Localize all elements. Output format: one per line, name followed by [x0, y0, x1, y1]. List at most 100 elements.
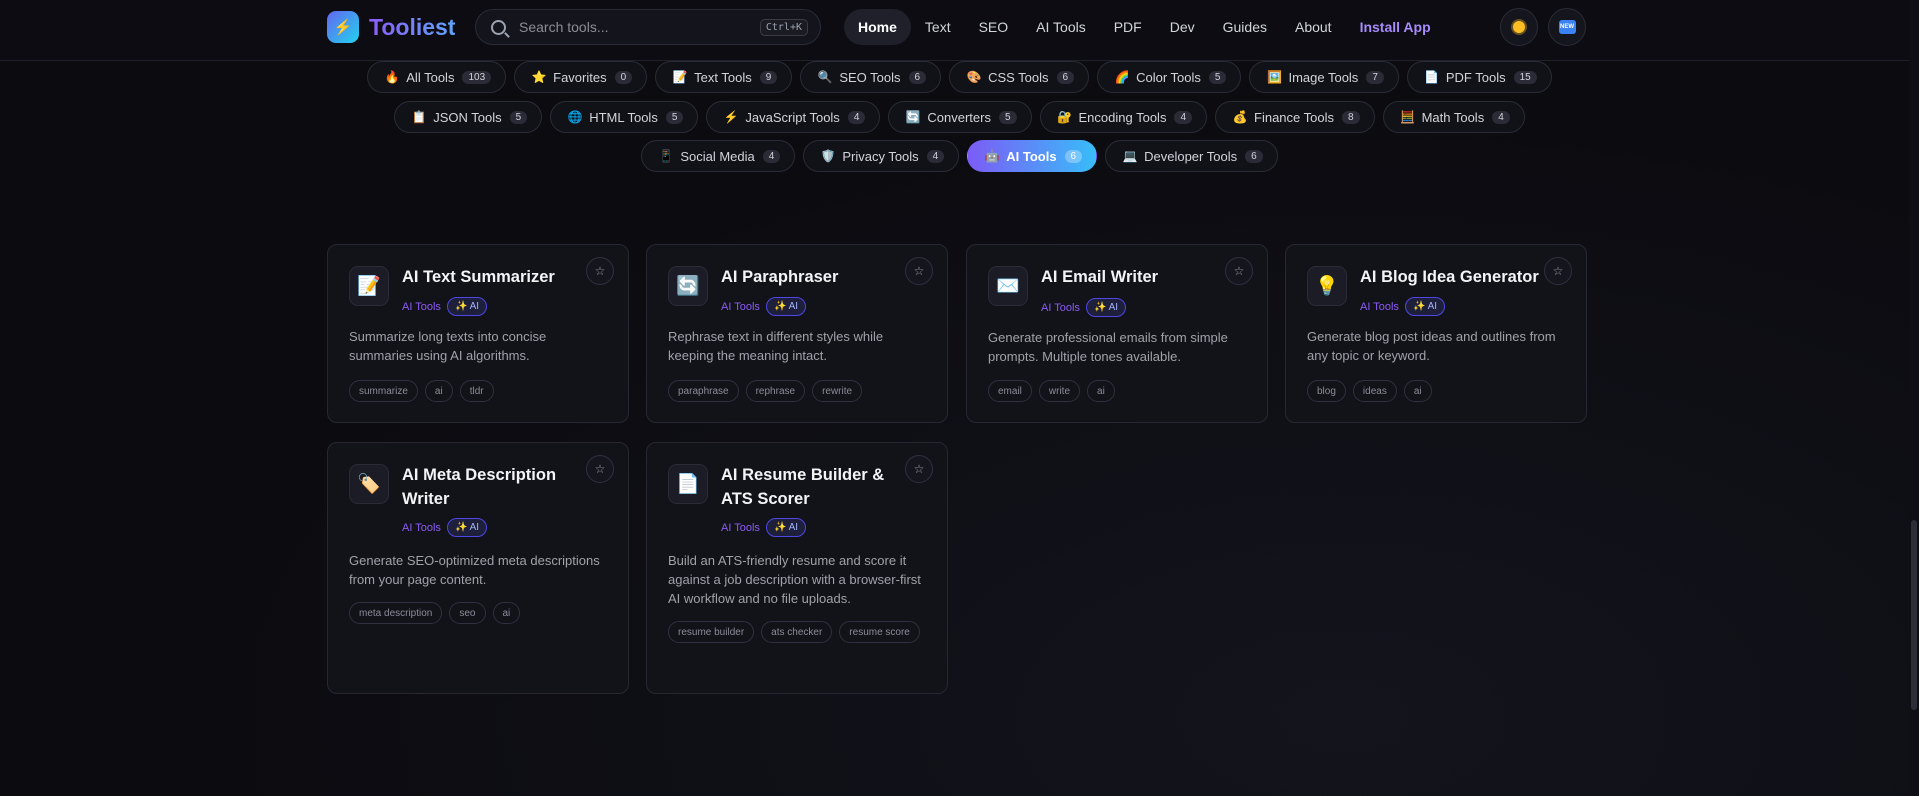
tool-tag[interactable]: rewrite: [812, 380, 863, 402]
install-app-button[interactable]: Install App: [1346, 9, 1445, 45]
category-row: 🔥 All Tools 103 ⭐ Favorites 0 📝 Text Tools 9 🔍 SEO…: [0, 61, 1919, 93]
category-icon: 🔥: [384, 70, 400, 84]
category-count: 4: [1174, 110, 1193, 124]
category-count: 4: [762, 149, 781, 163]
favorite-star-button[interactable]: ☆: [905, 455, 933, 483]
tool-category-link[interactable]: AI Tools: [1360, 301, 1399, 313]
star-icon: ☆: [594, 462, 606, 476]
category-pill[interactable]: 📝 Text Tools 9: [655, 61, 793, 93]
category-icon: 🧮: [1400, 110, 1416, 124]
favorite-star-button[interactable]: ☆: [586, 257, 614, 285]
favorite-star-button[interactable]: ☆: [905, 257, 933, 285]
tool-tag[interactable]: ai: [1403, 380, 1432, 402]
category-label: Favorites: [553, 69, 607, 85]
tool-card[interactable]: 🏷️ ☆ AI Meta Description Writer AI Tools ✨ A…: [327, 442, 629, 694]
tool-tags: summarize ai tldr: [349, 380, 611, 402]
logo[interactable]: ⚡ Tooliest: [327, 11, 455, 43]
whats-new-button[interactable]: NEW: [1548, 8, 1586, 46]
tool-tag[interactable]: blog: [1307, 380, 1346, 402]
nav-home[interactable]: Home: [844, 9, 911, 45]
tool-card[interactable]: 📄 ☆ AI Resume Builder & ATS Scorer AI Tools…: [646, 442, 948, 694]
favorite-star-button[interactable]: ☆: [1544, 257, 1572, 285]
category-pill[interactable]: 🎨 CSS Tools 6: [949, 61, 1090, 93]
favorite-star-button[interactable]: ☆: [1225, 257, 1253, 285]
tool-category-link[interactable]: AI Tools: [721, 301, 760, 313]
tool-category-link[interactable]: AI Tools: [1041, 302, 1080, 314]
tool-tag[interactable]: summarize: [349, 380, 418, 402]
category-pill[interactable]: 💻 Developer Tools 6: [1105, 140, 1278, 172]
favorite-star-button[interactable]: ☆: [586, 455, 614, 483]
theme-toggle-button[interactable]: [1500, 8, 1538, 46]
category-label: CSS Tools: [988, 69, 1049, 85]
category-pill[interactable]: 🔍 SEO Tools 6: [800, 61, 942, 93]
tool-card[interactable]: 🔄 ☆ AI Paraphraser AI Tools ✨ AI Rephrase tex…: [646, 244, 948, 423]
category-pill[interactable]: ⚡ JavaScript Tools 4: [706, 101, 881, 133]
category-label: JSON Tools: [433, 109, 502, 125]
tool-tag[interactable]: resume builder: [668, 621, 755, 643]
tool-tag[interactable]: resume score: [839, 621, 920, 643]
search-box[interactable]: Ctrl+K: [475, 9, 821, 45]
tool-meta: AI Tools ✨ AI: [1360, 297, 1446, 316]
search-icon: [491, 19, 506, 35]
nav-text[interactable]: Text: [911, 9, 965, 45]
category-count: 4: [926, 149, 945, 163]
tool-tag[interactable]: tldr: [459, 380, 494, 402]
category-pill[interactable]: 📱 Social Media 4: [641, 140, 796, 172]
category-pill[interactable]: ⭐ Favorites 0: [514, 61, 648, 93]
category-pill[interactable]: 🔐 Encoding Tools 4: [1039, 101, 1208, 133]
nav-ai-tools[interactable]: AI Tools: [1022, 9, 1100, 45]
category-pill[interactable]: 💰 Finance Tools 8: [1215, 101, 1375, 133]
category-icon: 🛡️: [820, 149, 836, 163]
category-pill[interactable]: 🌈 Color Tools 5: [1097, 61, 1242, 93]
nav-seo[interactable]: SEO: [965, 9, 1023, 45]
nav-about[interactable]: About: [1281, 9, 1346, 45]
tool-category-link[interactable]: AI Tools: [402, 301, 441, 313]
category-pill[interactable]: 🌐 HTML Tools 5: [550, 101, 699, 133]
category-pill[interactable]: 📄 PDF Tools 15: [1406, 61, 1552, 93]
nav-guides[interactable]: Guides: [1209, 9, 1281, 45]
tool-tag[interactable]: write: [1038, 380, 1081, 402]
tool-title[interactable]: AI Paraphraser: [721, 265, 907, 289]
category-label: Encoding Tools: [1078, 109, 1167, 125]
category-count: 15: [1513, 70, 1537, 84]
search-input[interactable]: [517, 18, 760, 36]
nav-dev[interactable]: Dev: [1156, 9, 1209, 45]
tool-title[interactable]: AI Blog Idea Generator: [1360, 265, 1546, 289]
tool-title[interactable]: AI Resume Builder & ATS Scorer: [721, 463, 907, 511]
tool-card[interactable]: ✉️ ☆ AI Email Writer AI Tools ✨ AI Generate p…: [966, 244, 1268, 423]
category-pill[interactable]: 🧮 Math Tools 4: [1382, 101, 1525, 133]
tool-description: Generate blog post ideas and outlines fr…: [1307, 329, 1556, 363]
tool-card[interactable]: 📝 ☆ AI Text Summarizer AI Tools ✨ AI Summariz…: [327, 244, 629, 423]
tool-tag[interactable]: ideas: [1352, 380, 1397, 402]
tool-tag[interactable]: paraphrase: [668, 380, 739, 402]
tool-tag[interactable]: meta description: [349, 602, 443, 624]
tool-title[interactable]: AI Email Writer: [1041, 265, 1227, 289]
tool-category-link[interactable]: AI Tools: [402, 522, 441, 534]
category-pill[interactable]: 🤖 AI Tools 6: [967, 140, 1098, 172]
category-label: PDF Tools: [1445, 69, 1506, 85]
scrollbar-thumb[interactable]: [1911, 520, 1917, 710]
scrollbar[interactable]: [1909, 0, 1919, 796]
category-pill[interactable]: 🛡️ Privacy Tools 4: [803, 140, 960, 172]
nav-pdf[interactable]: PDF: [1100, 9, 1156, 45]
tool-icon: 📝: [349, 266, 389, 306]
tool-tag[interactable]: ai: [492, 602, 521, 624]
category-label: Developer Tools: [1144, 148, 1238, 164]
tool-category-link[interactable]: AI Tools: [721, 522, 760, 534]
category-pill[interactable]: 🖼️ Image Tools 7: [1249, 61, 1399, 93]
tool-tag[interactable]: ats checker: [761, 621, 833, 643]
category-pill[interactable]: 📋 JSON Tools 5: [394, 101, 543, 133]
category-count: 0: [614, 70, 633, 84]
category-count: 4: [847, 110, 866, 124]
tool-title[interactable]: AI Meta Description Writer: [402, 463, 588, 511]
category-icon: 🔄: [905, 110, 921, 124]
tool-tag[interactable]: ai: [1087, 380, 1115, 402]
tool-tag[interactable]: ai: [424, 380, 453, 402]
tool-tag[interactable]: email: [988, 380, 1032, 402]
tool-tag[interactable]: seo: [449, 602, 486, 624]
category-pill[interactable]: 🔄 Converters 5: [888, 101, 1032, 133]
tool-tag[interactable]: rephrase: [745, 380, 806, 402]
tool-card[interactable]: 💡 ☆ AI Blog Idea Generator AI Tools ✨ AI Gene…: [1285, 244, 1587, 423]
tool-title[interactable]: AI Text Summarizer: [402, 265, 588, 289]
category-pill[interactable]: 🔥 All Tools 103: [367, 61, 507, 93]
